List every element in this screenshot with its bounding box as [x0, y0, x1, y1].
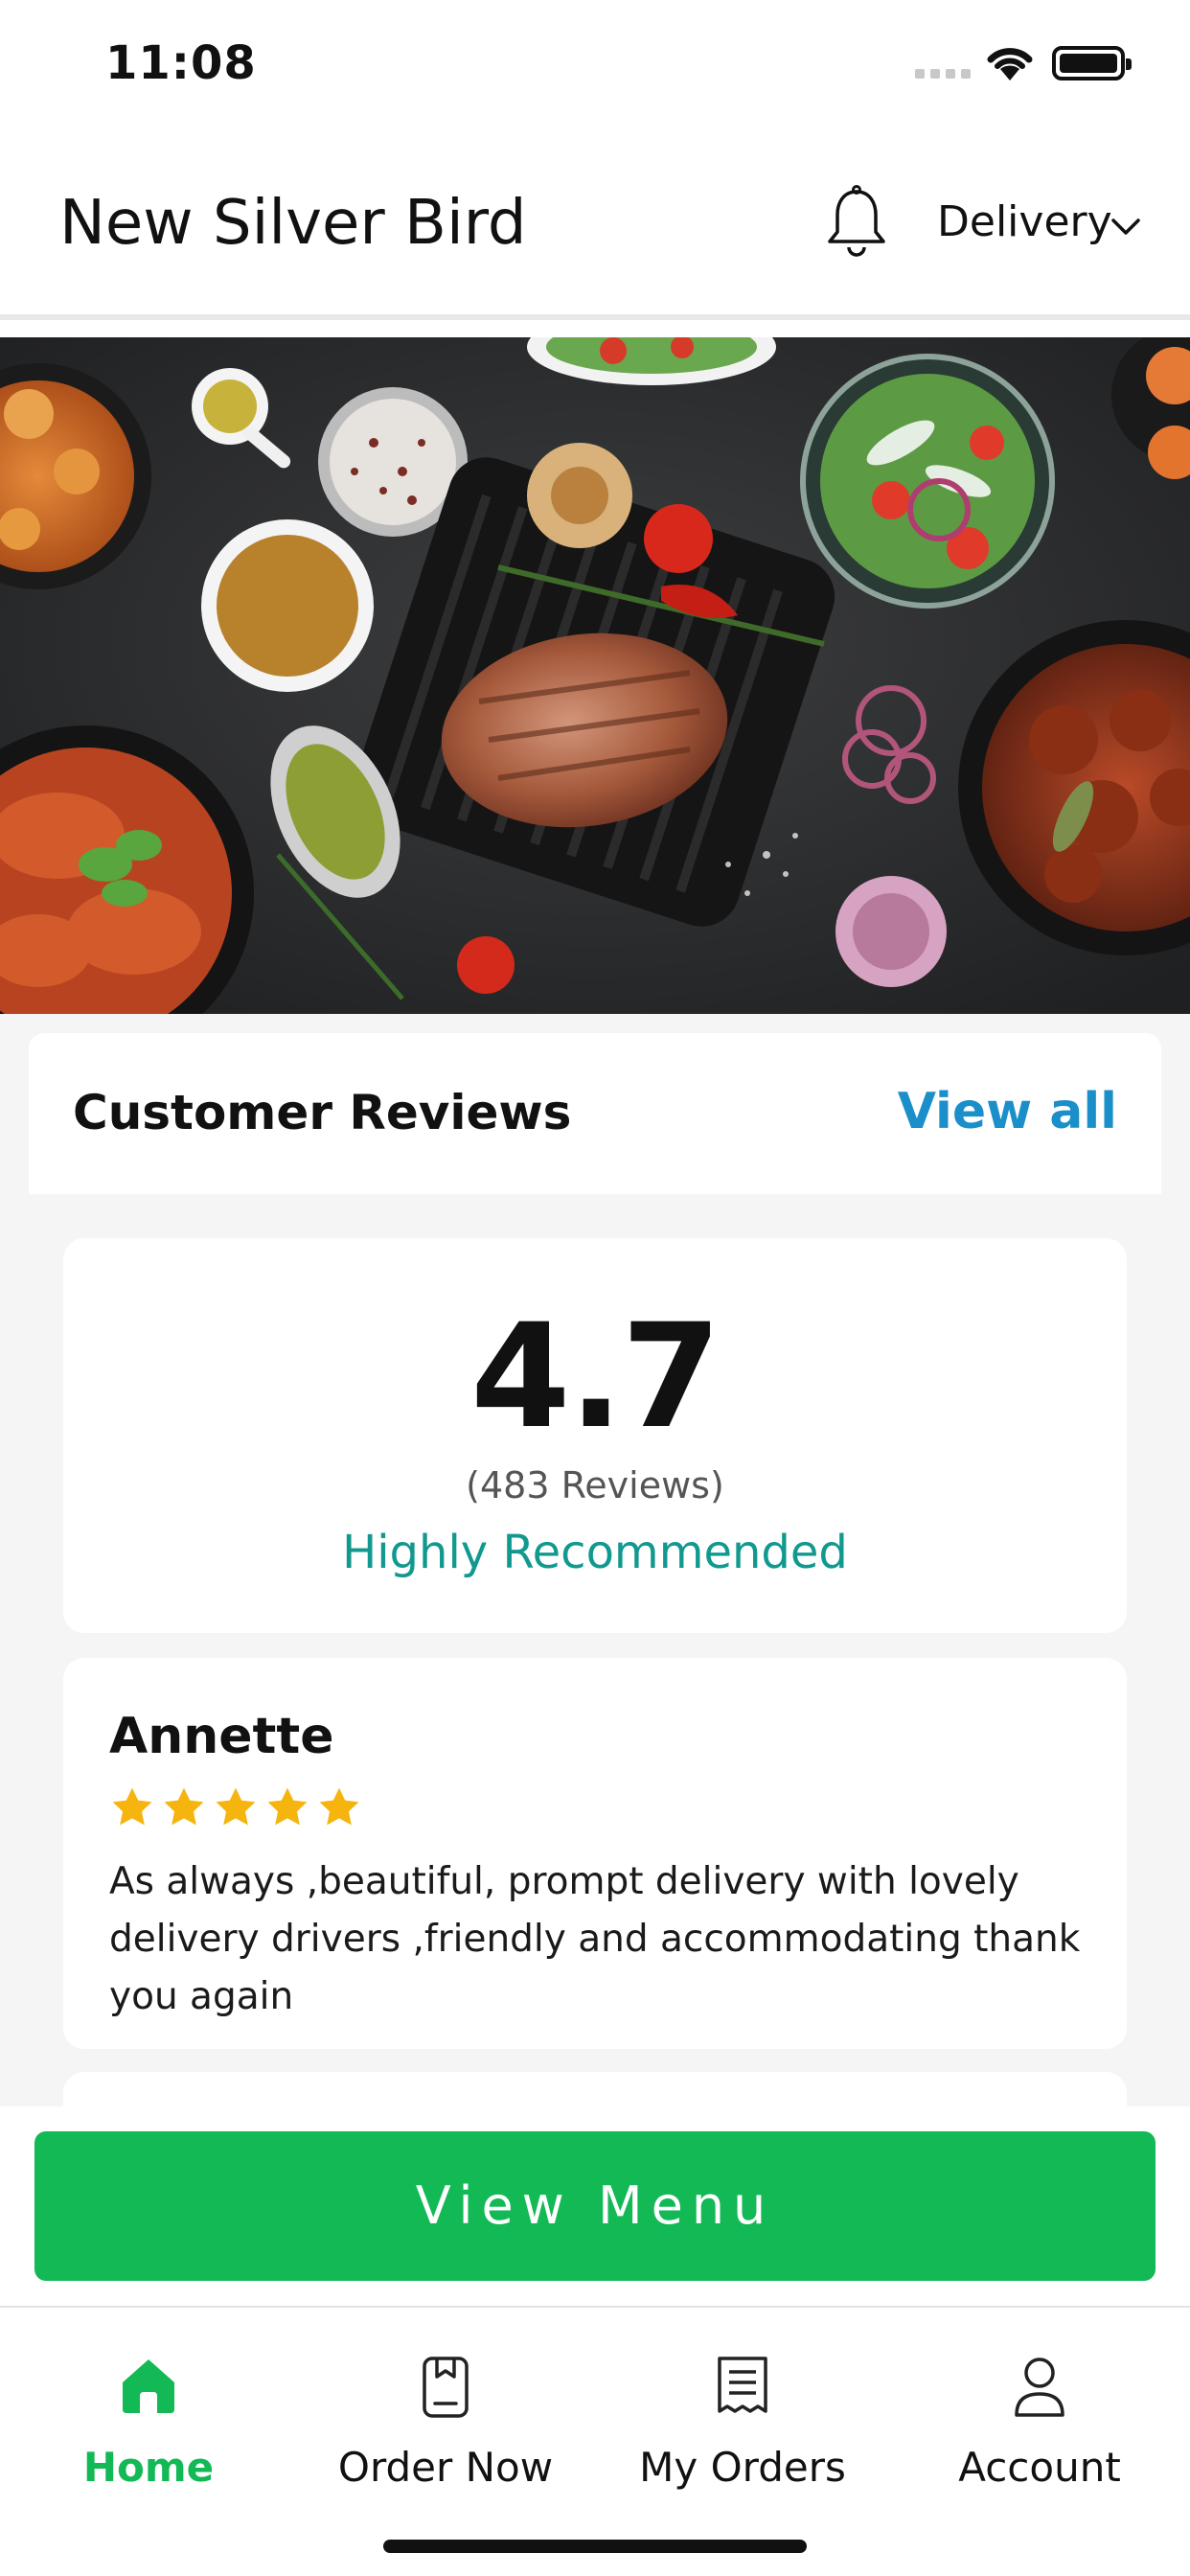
hero-food-image	[0, 337, 1190, 1014]
tab-account[interactable]: Account	[891, 2342, 1188, 2505]
receipt-icon	[718, 2357, 767, 2413]
reviews-title: Customer Reviews	[73, 1085, 572, 1140]
cta-area: View Menu	[0, 2106, 1190, 2306]
app-header: New Silver Bird Delivery	[0, 128, 1190, 320]
status-time: 11:08	[105, 36, 257, 90]
review-text: As always ,beautiful, prompt delivery wi…	[109, 1860, 1081, 2018]
tab-label: My Orders	[639, 2444, 846, 2491]
home-indicator[interactable]	[383, 2540, 807, 2553]
customer-reviews-card: Customer Reviews View all 4.7 (483 Revie…	[29, 1033, 1161, 2106]
recommendation-label: Highly Recommended	[342, 1526, 848, 1579]
star-icon	[319, 1787, 359, 1826]
reviewer-name: Annette	[109, 1708, 334, 1765]
star-icon	[216, 1787, 256, 1826]
star-rating	[109, 1784, 362, 1830]
tab-label: Order Now	[337, 2444, 554, 2491]
review-count: (483 Reviews)	[466, 1464, 724, 1506]
tab-label: Home	[82, 2444, 215, 2491]
tab-order-now[interactable]: Order Now	[297, 2342, 594, 2505]
wifi-icon	[987, 48, 1033, 80]
view-all-reviews-link[interactable]: View all	[898, 1083, 1117, 1140]
food-spread-photo	[0, 337, 1190, 1014]
tab-home[interactable]: Home	[0, 2342, 297, 2505]
tab-label: Account	[958, 2444, 1121, 2491]
rating-value: 4.7	[470, 1294, 721, 1460]
restaurant-name: New Silver Bird	[59, 188, 527, 259]
order-mode-selector[interactable]: Delivery	[937, 197, 1112, 246]
status-bar: 11:08	[0, 0, 1190, 128]
star-icon	[267, 1787, 308, 1826]
cellular-signal-icon	[915, 59, 971, 79]
account-icon	[1015, 2358, 1064, 2417]
review-item	[63, 2072, 1127, 2106]
reviews-header: Customer Reviews View all	[29, 1033, 1161, 1194]
bell-icon[interactable]	[822, 184, 891, 261]
review-item: Annette As always ,beautiful, prompt del…	[63, 1658, 1127, 2049]
order-icon	[423, 2357, 469, 2418]
view-menu-button[interactable]: View Menu	[34, 2131, 1156, 2281]
bottom-tab-bar: Home Order Now My Orders Account	[0, 2306, 1190, 2576]
content-area: Customer Reviews View all 4.7 (483 Revie…	[0, 1014, 1190, 2106]
home-icon	[123, 2359, 174, 2413]
overall-rating-box: 4.7 (483 Reviews) Highly Recommended	[63, 1238, 1127, 1633]
star-icon	[112, 1787, 152, 1826]
chevron-down-icon[interactable]	[1110, 217, 1142, 238]
battery-icon	[1052, 46, 1132, 80]
tab-my-orders[interactable]: My Orders	[594, 2342, 891, 2505]
star-icon	[164, 1787, 204, 1826]
